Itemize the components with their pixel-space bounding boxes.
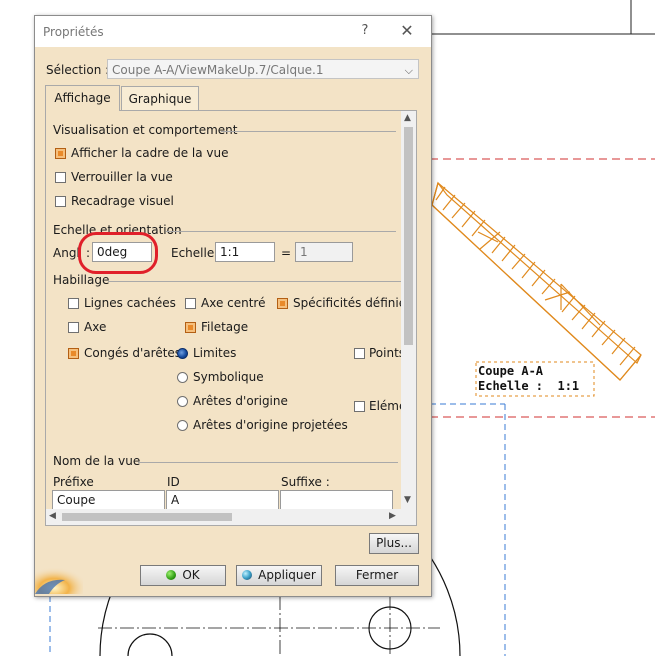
scroll-left-icon[interactable]: ◀ (49, 511, 56, 521)
label-filetage: Filetage (201, 320, 249, 334)
checkbox-axe-centre[interactable] (185, 298, 196, 309)
section-divider (138, 462, 398, 463)
equals-sign: = (281, 246, 292, 260)
section-divider (108, 281, 408, 282)
label-symbolique: Symbolique (193, 370, 264, 384)
checkbox-conges[interactable] (68, 348, 79, 359)
checkbox-verrouiller[interactable] (55, 172, 66, 183)
selection-dropdown[interactable]: Coupe A-A/ViewMakeUp.7/Calque.1 ⌵ (107, 59, 419, 79)
label-points: Points (369, 346, 406, 360)
close-button[interactable]: Fermer (335, 565, 419, 586)
scroll-down-icon[interactable]: ▼ (404, 495, 411, 505)
label-afficher-cadre: Afficher la cadre de la vue (71, 146, 229, 160)
id-input[interactable]: A (166, 490, 279, 510)
checkbox-elements[interactable] (354, 401, 365, 412)
label-verrouiller: Verrouiller la vue (71, 170, 173, 184)
checkbox-lignes-cachees[interactable] (68, 298, 79, 309)
prefix-input[interactable]: Coupe (52, 490, 165, 510)
tab-affichage[interactable]: Affichage (45, 85, 120, 111)
suffix-input[interactable] (280, 490, 393, 510)
label-recadrage: Recadrage visuel (71, 194, 174, 208)
view-scale-line2: Echelle : 1:1 (478, 379, 580, 393)
vertical-scrollbar[interactable]: ▲ ▼ (401, 111, 416, 509)
radio-limites[interactable] (177, 348, 188, 359)
label-aretes-projetees: Arêtes d'origine projetées (193, 418, 348, 432)
header-suffixe: Suffixe : (281, 475, 330, 489)
radio-aretes-origine[interactable] (177, 396, 188, 407)
angle-label: Angl (53, 246, 80, 260)
label-lignes-cachees: Lignes cachées (84, 296, 176, 310)
close-icon[interactable]: ✕ (398, 21, 416, 40)
section-divider (221, 131, 396, 132)
ok-button-label: OK (182, 568, 200, 582)
help-icon[interactable]: ? (357, 23, 373, 38)
radio-symbolique[interactable] (177, 372, 188, 383)
checkbox-axe[interactable] (68, 322, 79, 333)
horizontal-scroll-thumb[interactable] (62, 513, 232, 521)
ok-status-icon (166, 570, 177, 580)
apply-status-icon (242, 570, 253, 580)
label-axe-centre: Axe centré (201, 296, 266, 310)
section-title-nom-vue: Nom de la vue (53, 454, 141, 468)
section-title-visualisation: Visualisation et comportement (53, 123, 238, 137)
dialog-title: Propriétés (43, 25, 104, 39)
section-title-habillage: Habillage (53, 273, 110, 287)
center-lines (98, 596, 440, 656)
affichage-panel: Visualisation et comportement Afficher l… (45, 110, 417, 526)
scale-result: 1 (295, 242, 353, 262)
label-aretes-origine: Arêtes d'origine (193, 394, 288, 408)
vertical-scroll-thumb[interactable] (404, 127, 413, 345)
ok-button[interactable]: OK (140, 565, 226, 586)
scroll-up-icon[interactable]: ▲ (404, 113, 411, 123)
apply-button-label: Appliquer (258, 568, 316, 582)
apply-button[interactable]: Appliquer (236, 565, 322, 586)
app-logo-icon (35, 564, 83, 594)
selection-value: Coupe A-A/ViewMakeUp.7/Calque.1 (112, 63, 324, 77)
header-id: ID (167, 475, 180, 489)
radio-aretes-projetees[interactable] (177, 420, 188, 431)
section-divider (166, 231, 396, 232)
checkbox-points[interactable] (354, 348, 365, 359)
more-button[interactable]: Plus... (369, 533, 419, 554)
chevron-down-icon[interactable]: ⌵ (405, 61, 413, 81)
label-specificites: Spécificités définies d (293, 296, 417, 310)
scroll-right-icon[interactable]: ▶ (389, 511, 396, 521)
dialog-titlebar[interactable]: Propriétés ? ✕ (35, 16, 431, 47)
red-highlight-annotation (78, 232, 158, 274)
checkbox-afficher-cadre[interactable] (55, 148, 66, 159)
checkbox-filetage[interactable] (185, 322, 196, 333)
section-hatch (431, 181, 642, 381)
label-limites: Limites (193, 346, 237, 360)
header-prefixe: Préfixe (53, 475, 94, 489)
checkbox-specificites[interactable] (277, 298, 288, 309)
view-name-line1: Coupe A-A (478, 364, 544, 378)
scale-input[interactable]: 1:1 (215, 242, 275, 262)
view-name-label: Coupe A-A Echelle : 1:1 (478, 364, 579, 394)
horizontal-scrollbar[interactable]: ◀ ▶ (46, 509, 416, 525)
checkbox-recadrage[interactable] (55, 196, 66, 207)
tab-graphique[interactable]: Graphique (121, 86, 199, 110)
label-axe: Axe (84, 320, 107, 334)
label-conges: Congés d'arêtes (84, 346, 182, 360)
selection-label: Sélection : (46, 63, 110, 77)
properties-dialog: Propriétés ? ✕ Sélection : Coupe A-A/Vie… (34, 15, 432, 597)
